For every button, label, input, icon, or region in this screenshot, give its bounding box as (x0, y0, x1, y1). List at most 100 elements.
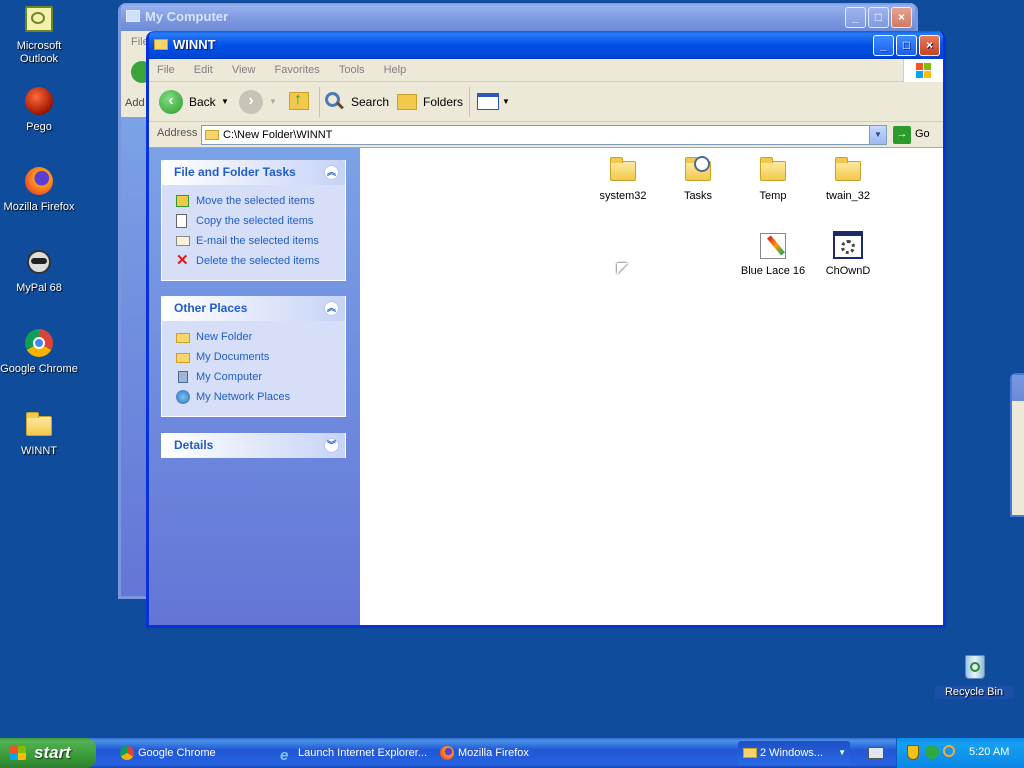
desktop-icon-mypal[interactable]: MyPal 68 (0, 246, 78, 295)
file-folder-tasks-panel: File and Folder Tasks ︽ Move the selecte… (161, 160, 346, 281)
collapse-icon[interactable]: ︽ (324, 165, 339, 180)
keyboard-icon[interactable] (868, 747, 884, 759)
security-shield-icon[interactable] (907, 745, 919, 760)
folders-icon (397, 94, 417, 110)
menu-help[interactable]: Help (376, 59, 415, 82)
chevron-down-icon: ▼ (502, 97, 510, 106)
documents-folder-icon (176, 353, 190, 363)
menu-favorites[interactable]: Favorites (267, 59, 328, 82)
place-my-documents[interactable]: My Documents (174, 347, 345, 367)
forward-button[interactable]: › ▼ (239, 88, 279, 116)
taskbar-task-firefox[interactable]: Mozilla Firefox (436, 741, 586, 765)
search-button[interactable]: Search (323, 88, 389, 116)
folder-icon (176, 333, 190, 343)
menu-tools[interactable]: Tools (331, 59, 373, 82)
close-button[interactable]: × (919, 35, 940, 56)
desktop-icon-pego[interactable]: Pego (0, 85, 78, 134)
taskbar: start Google Chrome e Launch Internet Ex… (0, 738, 1024, 768)
back-label: Back (189, 95, 216, 109)
firefox-icon (440, 746, 454, 760)
maximize-button[interactable]: □ (868, 7, 889, 28)
copy-icon (176, 214, 187, 228)
menu-view[interactable]: View (224, 59, 264, 82)
menu-file[interactable]: File (149, 59, 183, 82)
address-dropdown-button[interactable]: ▼ (869, 126, 886, 144)
file-item-system32[interactable]: system32 (583, 154, 663, 202)
folders-button[interactable]: Folders (397, 88, 463, 116)
details-panel: Details ︾ (161, 433, 346, 458)
desktop-icon-firefox[interactable]: Mozilla Firefox (0, 165, 78, 214)
maximize-button[interactable]: □ (896, 35, 917, 56)
search-icon[interactable] (943, 745, 955, 757)
go-button[interactable]: → Go (891, 125, 935, 145)
chrome-icon (23, 327, 55, 359)
up-folder-button[interactable]: ↑ (287, 88, 313, 116)
file-item-tasks[interactable]: Tasks (658, 154, 738, 202)
file-label: system32 (599, 190, 647, 202)
panel-header[interactable]: Other Places ︽ (162, 296, 345, 321)
file-view[interactable]: system32 Tasks Temp twain_32 Blue Lace 1… (360, 148, 943, 625)
start-label: start (34, 743, 71, 762)
close-button[interactable]: × (891, 7, 912, 28)
address-value: C:\New Folder\WINNT (223, 129, 333, 141)
forward-arrow-icon: › (239, 90, 263, 114)
collapse-icon[interactable]: ︽ (324, 301, 339, 316)
winnt-window[interactable]: WINNT _ □ × File Edit View Favorites Too… (146, 31, 946, 628)
file-item-chownd[interactable]: ChOwnD (808, 229, 888, 277)
windows-logo-icon (903, 59, 943, 82)
clock[interactable]: 5:20 AM (969, 746, 1009, 758)
desktop-icon-outlook[interactable]: Microsoft Outlook (0, 4, 78, 66)
place-my-network[interactable]: My Network Places (174, 387, 345, 407)
window-title: WINNT (173, 37, 216, 52)
panel-header[interactable]: File and Folder Tasks ︽ (162, 160, 345, 185)
file-item-twain-32[interactable]: twain_32 (808, 154, 888, 202)
menu-edit[interactable]: Edit (186, 59, 221, 82)
desktop-icon-label: Pego (26, 121, 52, 133)
taskbar-task-windows-group[interactable]: 2 Windows... ▼ (738, 741, 850, 765)
taskbar-task-chrome[interactable]: Google Chrome (116, 741, 266, 765)
task-copy[interactable]: Copy the selected items (174, 211, 345, 231)
desktop-icon-label: Outlook (20, 53, 58, 65)
address-field[interactable]: C:\New Folder\WINNT ▼ (201, 125, 887, 145)
chevron-down-icon: ▼ (269, 97, 277, 106)
desktop-icon-label: Google Chrome (0, 363, 78, 375)
place-my-computer[interactable]: My Computer (174, 367, 345, 387)
desktop-icon-recycle-bin[interactable]: Recycle Bin (935, 650, 1013, 699)
outlook-icon (23, 4, 55, 36)
menu-bar: File Edit View Favorites Tools Help (149, 59, 943, 82)
desktop-icon-label: Mozilla Firefox (3, 201, 75, 213)
desktop-icon-winnt[interactable]: WINNT (0, 409, 78, 458)
panel-title: File and Folder Tasks (174, 165, 296, 179)
expand-icon[interactable]: ︾ (324, 438, 339, 453)
file-label: ChOwnD (825, 265, 871, 277)
desktop-icon-chrome[interactable]: Google Chrome (0, 327, 78, 376)
minimize-button[interactable]: _ (845, 7, 866, 28)
system-tray: 5:20 AM (896, 738, 1024, 768)
windows-flag-icon (10, 746, 26, 760)
chevron-down-icon[interactable]: ▼ (221, 88, 229, 116)
task-delete[interactable]: ✕ Delete the selected items (174, 251, 345, 271)
file-item-blue-lace-16[interactable]: Blue Lace 16 (733, 229, 813, 277)
task-email[interactable]: E-mail the selected items (174, 231, 345, 251)
back-button[interactable]: ‹ Back ▼ (159, 88, 229, 116)
task-move[interactable]: Move the selected items (174, 191, 345, 211)
winnt-title-bar[interactable]: WINNT _ □ × (149, 31, 943, 59)
views-button[interactable]: ▼ (475, 88, 511, 116)
minimize-button[interactable]: _ (873, 35, 894, 56)
my-computer-title-bar[interactable]: My Computer _ □ × (121, 3, 915, 31)
folder-icon (205, 130, 219, 140)
file-label: twain_32 (825, 190, 871, 202)
chevron-down-icon: ▼ (838, 748, 846, 757)
application-icon (832, 229, 864, 261)
file-item-temp[interactable]: Temp (733, 154, 813, 202)
panel-header[interactable]: Details ︾ (162, 433, 345, 458)
file-label: Temp (759, 190, 787, 202)
place-new-folder[interactable]: New Folder (174, 327, 345, 347)
taskbar-task-ie[interactable]: e Launch Internet Explorer... (276, 741, 432, 765)
scheduled-tasks-folder-icon (682, 154, 714, 186)
start-button[interactable]: start (0, 738, 96, 768)
folders-label: Folders (423, 95, 464, 109)
desktop-icon-label: MyPal 68 (16, 282, 62, 294)
offscreen-window-edge[interactable] (1010, 373, 1024, 517)
network-tray-icon[interactable] (925, 745, 939, 759)
